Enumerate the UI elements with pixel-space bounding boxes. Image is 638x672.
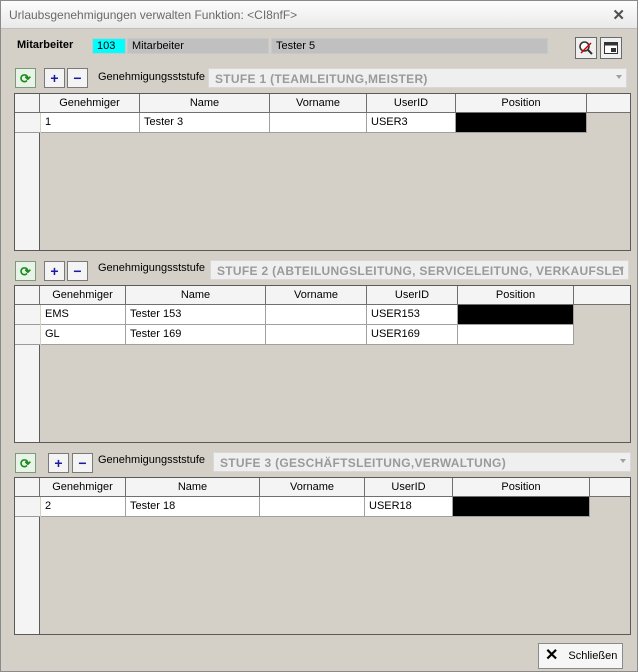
grid-corner (15, 94, 40, 113)
table-cell[interactable]: Tester 153 (126, 305, 266, 325)
employee-id-field: 103 (92, 38, 126, 54)
approver-grid-2[interactable]: Genehmiger Name Vorname UserID Position … (14, 285, 631, 443)
close-button[interactable]: ✕ Schließen (538, 643, 623, 669)
table-cell[interactable] (458, 305, 574, 325)
table-cell[interactable] (456, 113, 587, 133)
level-1-select[interactable]: STUFE 1 (TEAMLEITUNG,MEISTER) (208, 68, 627, 88)
row-selector-column (15, 94, 40, 250)
row-selector[interactable] (15, 305, 40, 325)
col-header-name[interactable]: Name (126, 478, 260, 497)
table-cell[interactable]: 2 (41, 497, 126, 517)
level-3-select-value: STUFE 3 (GESCHÄFTSLEITUNG,VERWALTUNG) (220, 456, 506, 470)
remove-approver-1-button[interactable]: − (67, 68, 88, 88)
col-header-name[interactable]: Name (140, 94, 270, 113)
table-cell[interactable] (266, 325, 367, 345)
chevron-down-icon (616, 75, 622, 79)
level-1-label: Genehmigungsststufe (98, 71, 206, 83)
table-cell[interactable] (458, 325, 574, 345)
col-header-position[interactable]: Position (456, 94, 587, 113)
minus-icon: − (78, 455, 87, 471)
table-cell[interactable]: USER3 (367, 113, 456, 133)
refresh-icon: ⟳ (20, 455, 31, 471)
level-2-select[interactable]: STUFE 2 (ABTEILUNGSLEITUNG, SERVICELEITU… (210, 260, 629, 280)
close-window-icon[interactable]: ✕ (612, 6, 625, 24)
table-cell[interactable] (453, 497, 590, 517)
plus-icon: + (54, 455, 63, 471)
row-selector-column (15, 478, 40, 634)
refresh-level-2-button[interactable]: ⟳ (15, 261, 36, 281)
employee-field-label: Mitarbeiter (127, 38, 269, 54)
title-bar: Urlaubsgenehmigungen verwalten Funktion:… (1, 1, 637, 29)
table-cell[interactable] (270, 113, 367, 133)
employee-name-field: Tester 5 (271, 38, 548, 54)
row-selector[interactable] (15, 325, 40, 345)
row-selector[interactable] (15, 497, 40, 517)
level-2-label: Genehmigungsststufe (98, 262, 206, 274)
close-button-label: Schließen (568, 650, 618, 662)
table-cell[interactable]: Tester 3 (140, 113, 270, 133)
plus-icon: + (50, 263, 59, 279)
table-cell[interactable]: USER153 (367, 305, 458, 325)
add-approver-2-button[interactable]: + (44, 261, 65, 281)
table-cell[interactable] (266, 305, 367, 325)
level-1-select-value: STUFE 1 (TEAMLEITUNG,MEISTER) (215, 72, 428, 86)
table-cell[interactable]: 1 (41, 113, 140, 133)
refresh-level-3-button[interactable]: ⟳ (15, 453, 36, 473)
close-icon: ✕ (545, 647, 559, 664)
level-2-select-value: STUFE 2 (ABTEILUNGSLEITUNG, SERVICELEITU… (217, 264, 624, 278)
table-cell[interactable]: USER18 (365, 497, 453, 517)
row-selector-column (15, 286, 40, 442)
approver-grid-1[interactable]: Genehmiger Name Vorname UserID Position … (14, 93, 631, 251)
col-header-userid[interactable]: UserID (367, 94, 456, 113)
refresh-icon: ⟳ (20, 70, 31, 86)
col-header-userid[interactable]: UserID (365, 478, 453, 497)
minus-icon: − (73, 70, 82, 86)
refresh-icon: ⟳ (20, 263, 31, 279)
table-cell[interactable]: EMS (41, 305, 126, 325)
col-header-genehmiger[interactable]: Genehmiger (40, 286, 126, 305)
col-header-userid[interactable]: UserID (367, 286, 458, 305)
col-header-position[interactable]: Position (458, 286, 574, 305)
grid-corner (15, 478, 40, 497)
col-header-vorname[interactable]: Vorname (270, 94, 367, 113)
table-cell[interactable]: USER169 (367, 325, 458, 345)
employee-label: Mitarbeiter (17, 39, 74, 51)
level-3-label: Genehmigungsststufe (98, 454, 206, 466)
col-header-position[interactable]: Position (453, 478, 590, 497)
minus-icon: − (73, 263, 82, 279)
col-header-name[interactable]: Name (126, 286, 266, 305)
col-header-filler (590, 478, 630, 497)
plus-icon: + (50, 70, 59, 86)
save-window-button[interactable] (600, 37, 622, 59)
level-3-select[interactable]: STUFE 3 (GESCHÄFTSLEITUNG,VERWALTUNG) (213, 452, 631, 472)
table-cell[interactable] (260, 497, 365, 517)
table-cell[interactable]: Tester 169 (126, 325, 266, 345)
refresh-level-1-button[interactable]: ⟳ (15, 68, 36, 88)
remove-approver-3-button[interactable]: − (72, 453, 93, 473)
add-approver-1-button[interactable]: + (44, 68, 65, 88)
add-approver-3-button[interactable]: + (48, 453, 69, 473)
col-header-filler (587, 94, 630, 113)
col-header-vorname[interactable]: Vorname (266, 286, 367, 305)
col-header-vorname[interactable]: Vorname (260, 478, 365, 497)
search-user-button[interactable] (575, 37, 597, 59)
magnifier-icon (579, 41, 593, 55)
table-cell[interactable]: GL (41, 325, 126, 345)
chevron-down-icon (618, 267, 624, 271)
window-title: Urlaubsgenehmigungen verwalten Funktion:… (9, 8, 298, 22)
dialog-window: Urlaubsgenehmigungen verwalten Funktion:… (0, 0, 638, 672)
table-cell[interactable]: Tester 18 (126, 497, 260, 517)
approver-grid-3[interactable]: Genehmiger Name Vorname UserID Position … (14, 477, 631, 635)
chevron-down-icon (620, 459, 626, 463)
window-save-icon (604, 42, 618, 54)
col-header-genehmiger[interactable]: Genehmiger (40, 478, 126, 497)
col-header-filler (574, 286, 630, 305)
remove-approver-2-button[interactable]: − (67, 261, 88, 281)
row-selector[interactable] (15, 113, 40, 133)
col-header-genehmiger[interactable]: Genehmiger (40, 94, 140, 113)
grid-corner (15, 286, 40, 305)
